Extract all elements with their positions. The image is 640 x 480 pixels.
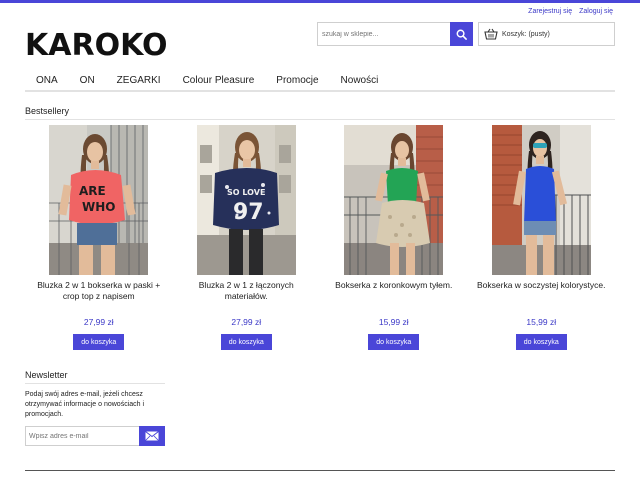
cart-label: Koszyk: (pusty)	[502, 30, 550, 38]
woman-pink-top-photo[interactable]: ARE WHO	[49, 125, 149, 275]
newsletter-form	[25, 426, 165, 446]
cart-box[interactable]: Koszyk: (pusty)	[478, 22, 615, 46]
shopping-basket-icon	[484, 28, 498, 40]
bestsellers-title: Bestsellery	[25, 106, 70, 116]
login-link[interactable]: Zaloguj się	[579, 8, 613, 15]
product-card: Bokserka w soczystej kolorystyce. 15,99 …	[468, 125, 616, 350]
add-to-cart-button[interactable]: do koszyka	[220, 334, 272, 350]
woman-green-top-photo[interactable]	[344, 125, 444, 275]
main-navigation: ONA ON ZEGARKI Colour Pleasure Promocje …	[25, 71, 615, 92]
product-name[interactable]: Bluzka 2 w 1 z łączonych materiałów.	[176, 280, 316, 314]
bestsellers-grid: ARE WHO Bluzka 2 w 1 bokserka w paski + …	[25, 125, 615, 350]
footer-divider	[25, 470, 615, 471]
newsletter-description: Podaj swój adres e-mail, jeżeli chcesz o…	[25, 391, 145, 418]
svg-text:ARE: ARE	[79, 184, 106, 198]
nav-item-promocje[interactable]: Promocje	[265, 71, 329, 90]
section-divider	[25, 119, 615, 120]
search-icon	[456, 29, 467, 40]
envelope-icon	[145, 431, 159, 441]
add-to-cart-button[interactable]: do koszyka	[73, 334, 125, 350]
svg-text:97: 97	[233, 200, 264, 225]
product-name[interactable]: Bokserka w soczystej kolorystyce.	[471, 280, 611, 314]
add-to-cart-button[interactable]: do koszyka	[515, 334, 567, 350]
product-card: SO LOVE 97 Bluzka 2 w 1 z łączonych mate…	[173, 125, 321, 350]
product-price: 15,99 zł	[526, 317, 557, 327]
search-input[interactable]	[317, 22, 450, 46]
newsletter-email-input[interactable]	[25, 426, 139, 446]
search-button[interactable]	[450, 22, 473, 46]
nav-item-colour-pleasure[interactable]: Colour Pleasure	[172, 71, 266, 90]
product-price: 15,99 zł	[378, 317, 409, 327]
svg-text:SO LOVE: SO LOVE	[227, 188, 265, 197]
woman-navy-top-photo[interactable]: SO LOVE 97	[196, 125, 296, 275]
svg-text:WHO: WHO	[82, 200, 115, 214]
product-price: 27,99 zł	[231, 317, 262, 327]
newsletter-submit-button[interactable]	[139, 426, 165, 446]
add-to-cart-button[interactable]: do koszyka	[368, 334, 420, 350]
nav-item-ona[interactable]: ONA	[25, 71, 69, 90]
site-logo[interactable]: KAROKO	[25, 28, 167, 64]
product-card: Bokserka z koronkowym tyłem. 15,99 zł do…	[320, 125, 468, 350]
product-card: ARE WHO Bluzka 2 w 1 bokserka w paski + …	[25, 125, 173, 350]
product-name[interactable]: Bluzka 2 w 1 bokserka w paski + crop top…	[29, 280, 169, 314]
account-links: Zarejestruj się Zaloguj się	[528, 8, 613, 15]
nav-item-zegarki[interactable]: ZEGARKI	[106, 71, 172, 90]
nav-item-nowosci[interactable]: Nowości	[330, 71, 390, 90]
top-accent-bar	[0, 0, 640, 3]
newsletter-title: Newsletter	[25, 370, 68, 380]
search-bar	[317, 22, 473, 46]
product-name[interactable]: Bokserka z koronkowym tyłem.	[324, 280, 464, 314]
woman-blue-top-photo[interactable]	[491, 125, 591, 275]
nav-item-on[interactable]: ON	[69, 71, 106, 90]
newsletter-divider	[25, 383, 165, 384]
product-price: 27,99 zł	[83, 317, 114, 327]
register-link[interactable]: Zarejestruj się	[528, 8, 572, 15]
